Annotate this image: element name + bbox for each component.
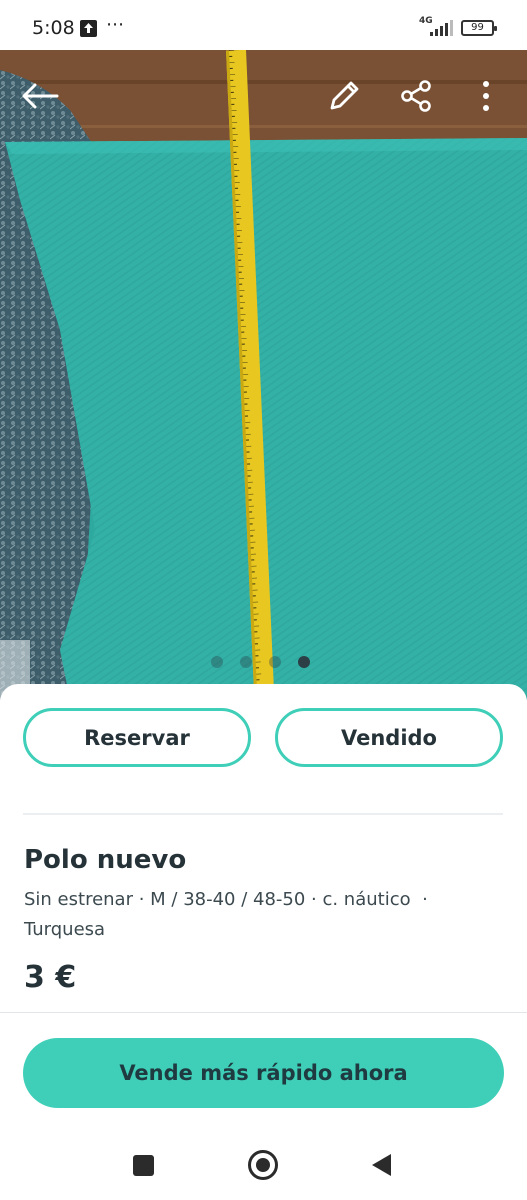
photo-toolbar (0, 50, 527, 145)
listing-price: 3 € (24, 960, 77, 995)
signal-icon (430, 19, 456, 41)
upload-notification-icon (80, 20, 97, 37)
system-nav-bar (0, 1130, 527, 1200)
listing-details: Reservar Vendido Polo nuevo Sin estrenar… (0, 684, 527, 1200)
back-triangle-icon[interactable] (372, 1154, 391, 1176)
divider (23, 813, 503, 815)
status-time: 5:08 (32, 17, 75, 39)
carousel-pager (211, 656, 310, 668)
share-icon[interactable] (394, 74, 438, 118)
product-photo-carousel[interactable] (0, 50, 527, 700)
pager-dot-active[interactable] (298, 656, 310, 668)
pager-dot[interactable] (269, 656, 281, 668)
back-arrow-icon[interactable] (18, 74, 62, 118)
home-circle-icon[interactable] (248, 1150, 278, 1180)
pencil-icon[interactable] (322, 74, 366, 118)
reserve-button[interactable]: Reservar (23, 708, 251, 767)
recents-square-icon[interactable] (133, 1155, 154, 1176)
status-bar: 5:08 ⋯ 4G 99 (0, 0, 527, 54)
sell-faster-button[interactable]: Vende más rápido ahora (23, 1038, 504, 1108)
battery-icon: 99 (461, 20, 497, 36)
pager-dot[interactable] (240, 656, 252, 668)
divider (0, 1012, 527, 1013)
more-vertical-icon[interactable] (464, 74, 508, 118)
sold-button[interactable]: Vendido (275, 708, 503, 767)
listing-attributes: Sin estrenar · M / 38-40 / 48-50 · c. ná… (24, 889, 428, 940)
product-photo (0, 50, 527, 700)
pager-dot[interactable] (211, 656, 223, 668)
more-notifications-icon: ⋯ (106, 14, 125, 35)
listing-title: Polo nuevo (24, 845, 187, 875)
